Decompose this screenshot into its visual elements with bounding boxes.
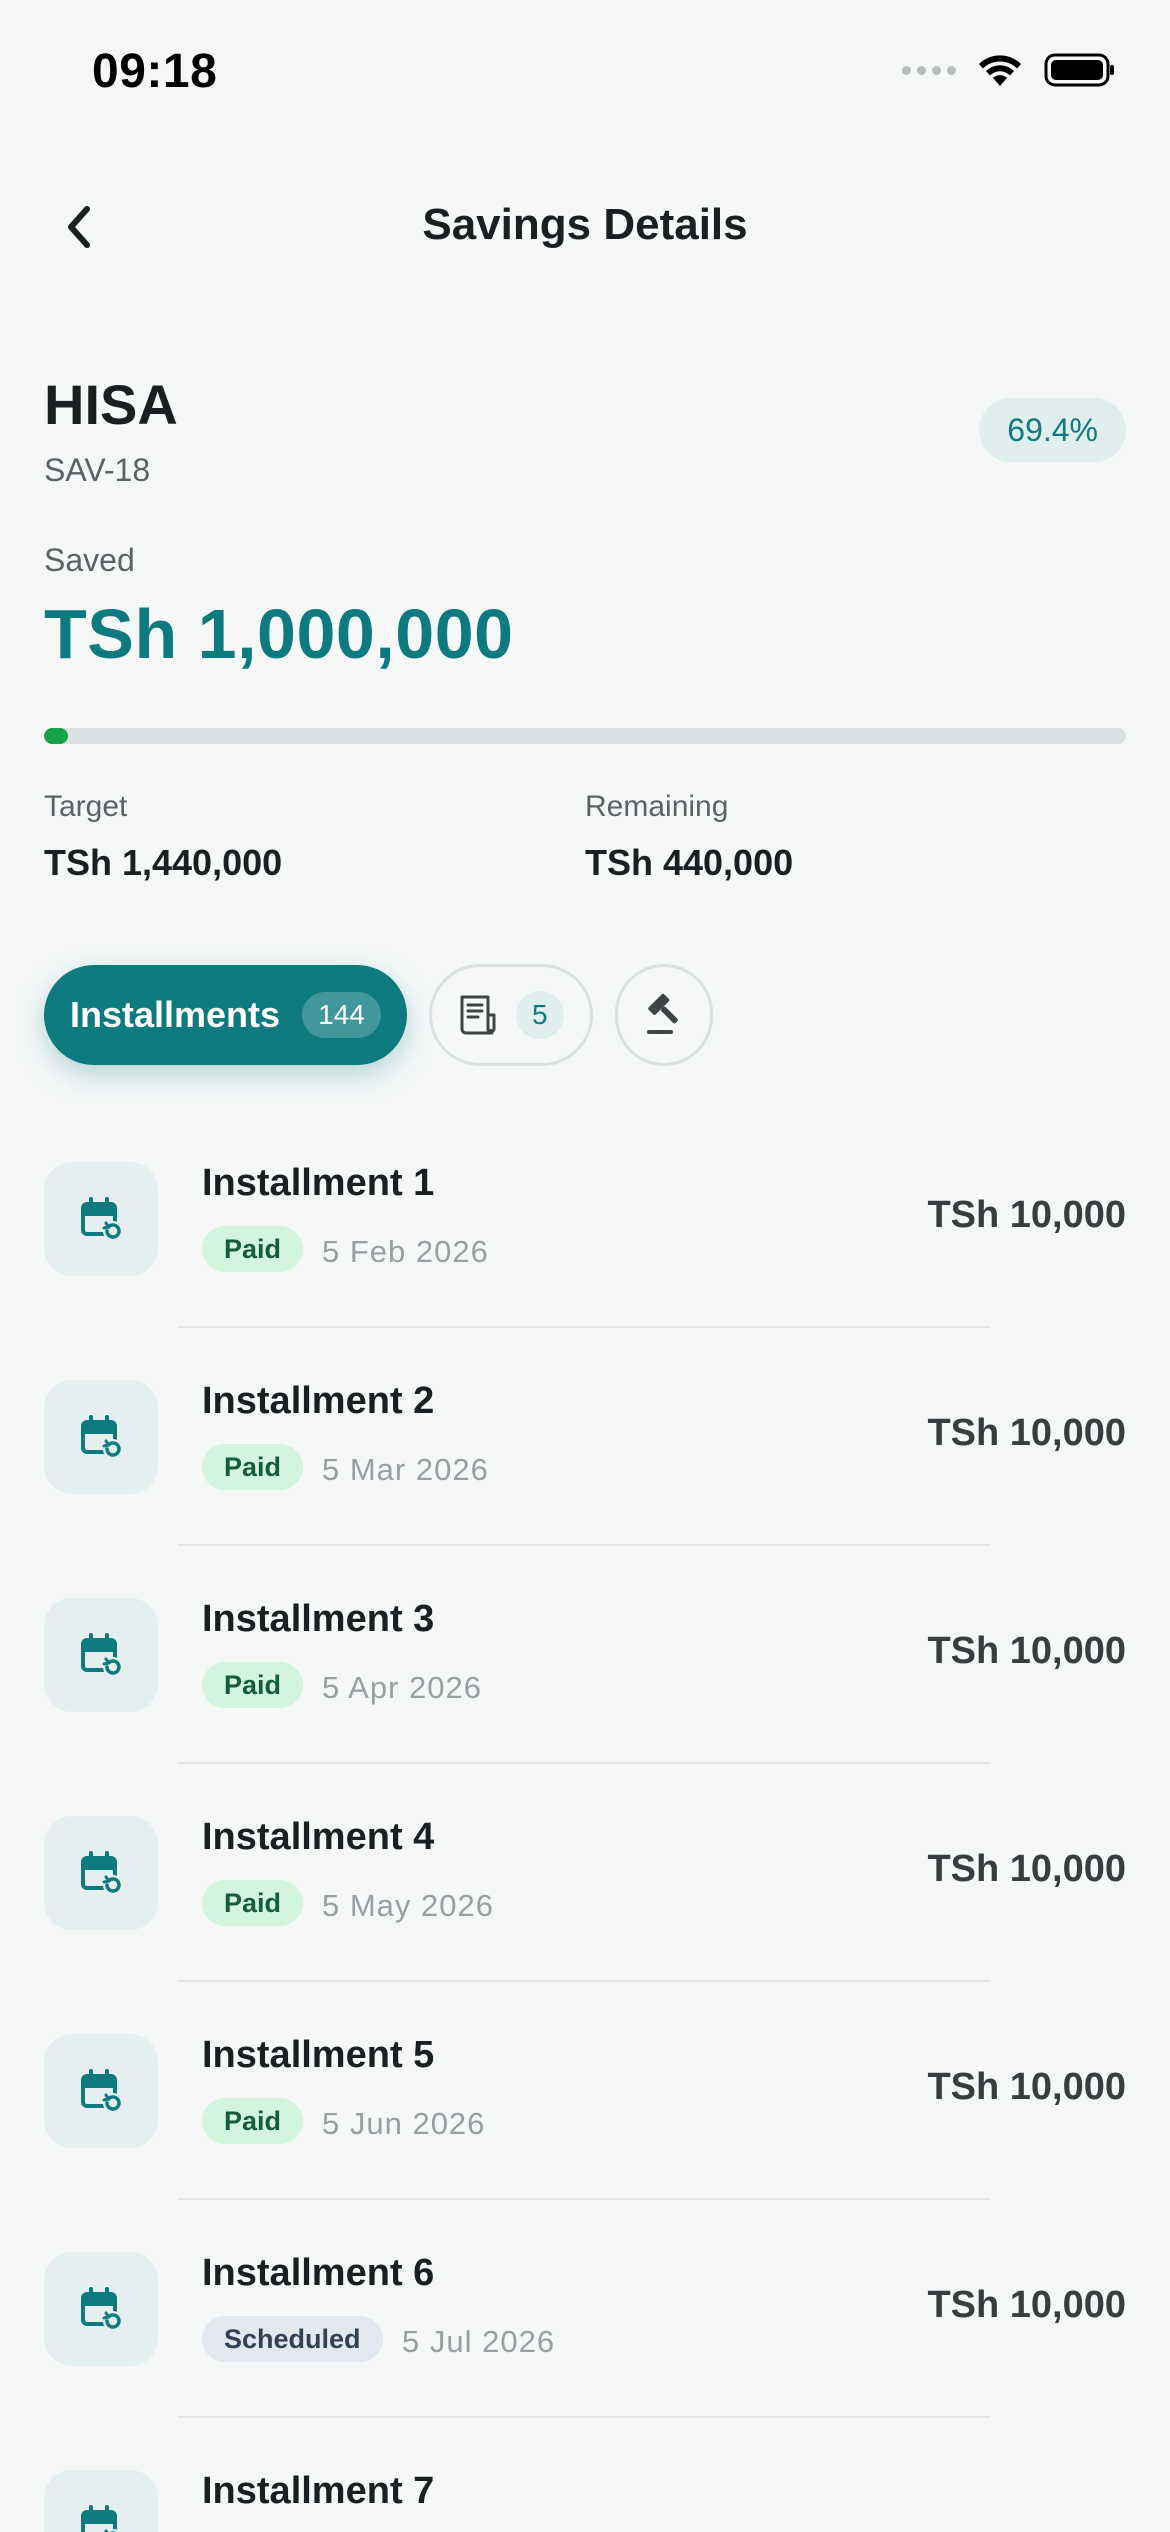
target-stat: Target TSh 1,440,000 — [44, 790, 282, 884]
status-bar: 09:18 — [0, 0, 1170, 150]
receipt-icon — [460, 995, 496, 1035]
installment-date: 5 Mar 2026 — [322, 1452, 489, 1487]
row-divider — [178, 2416, 990, 2418]
savings-progress-fill — [44, 728, 68, 744]
savings-details-screen: 09:18 Savings Details HISA SAV-18 69.4% … — [0, 0, 1170, 2532]
installment-row[interactable]: Installment 2 Paid 5 Mar 2026 TSh 10,000 — [0, 1350, 1170, 1568]
installment-row[interactable]: Installment 7TSh 10,000 — [0, 2440, 1170, 2532]
installment-amount: TSh 10,000 — [927, 1630, 1126, 1672]
target-value: TSh 1,440,000 — [44, 842, 283, 883]
installment-title: Installment 5 — [202, 2034, 435, 2076]
installment-title: Installment 1 — [202, 1162, 435, 1204]
tab-documents-count: 5 — [515, 991, 564, 1039]
installment-status-badge: Paid — [202, 1226, 304, 1272]
row-divider — [178, 1326, 990, 1328]
installment-row[interactable]: Installment 4 Paid 5 May 2026 TSh 10,000 — [0, 1786, 1170, 2004]
installment-amount: TSh 10,000 — [927, 1848, 1126, 1890]
percent-badge: 69.4% — [979, 398, 1126, 462]
installment-amount: TSh 10,000 — [927, 2066, 1126, 2108]
savings-progress-bar — [44, 728, 1126, 744]
status-icons — [902, 52, 1116, 88]
saved-amount: TSh 1,000,000 — [44, 595, 514, 673]
row-divider — [178, 1544, 990, 1546]
account-id: SAV-18 — [44, 452, 151, 488]
remaining-value: TSh 440,000 — [585, 842, 794, 883]
installment-date: 5 May 2026 — [322, 1888, 494, 1923]
installment-row[interactable]: Installment 6 Scheduled 5 Jul 2026 TSh 10,0… — [0, 2222, 1170, 2440]
target-label: Target — [44, 790, 128, 823]
remaining-stat: Remaining TSh 440,000 — [585, 790, 793, 884]
tab-installments[interactable]: Installments 144 — [44, 965, 407, 1065]
detail-tabs: Installments 144 5 — [44, 964, 713, 1066]
saved-label: Saved — [44, 542, 135, 578]
installment-title: Installment 3 — [202, 1598, 435, 1640]
calendar-repeat-icon — [44, 2252, 158, 2366]
wifi-icon — [976, 52, 1024, 88]
installment-date: 5 Apr 2026 — [322, 1670, 482, 1705]
account-name: HISA — [44, 373, 178, 436]
installment-status-badge: Paid — [202, 1880, 304, 1926]
calendar-repeat-icon — [44, 2470, 158, 2532]
installment-row[interactable]: Installment 5 Paid 5 Jun 2026 TSh 10,000 — [0, 2004, 1170, 2222]
installment-title: Installment 4 — [202, 1816, 435, 1858]
row-divider — [178, 1980, 990, 1982]
remaining-label: Remaining — [585, 790, 729, 823]
installment-date: 5 Feb 2026 — [322, 1234, 489, 1269]
installment-status-badge: Paid — [202, 2098, 304, 2144]
tab-documents[interactable]: 5 — [428, 964, 593, 1066]
row-divider — [178, 2198, 990, 2200]
installment-row[interactable]: Installment 3 Paid 5 Apr 2026 TSh 10,000 — [0, 1568, 1170, 1786]
installment-date: 5 Jul 2026 — [402, 2324, 556, 2359]
installment-status-badge: Scheduled — [202, 2316, 383, 2362]
installment-title: Installment 6 — [202, 2252, 435, 2294]
status-time: 09:18 — [92, 45, 218, 98]
calendar-repeat-icon — [44, 1598, 158, 1712]
installment-status-badge: Paid — [202, 1662, 304, 1708]
tab-installments-label: Installments — [70, 994, 281, 1035]
installment-date: 5 Jun 2026 — [322, 2106, 486, 2141]
tab-installments-count: 144 — [302, 992, 381, 1038]
installment-title: Installment 2 — [202, 1380, 435, 1422]
gavel-icon — [646, 993, 678, 1034]
page-title: Savings Details — [422, 200, 748, 249]
calendar-repeat-icon — [44, 1816, 158, 1930]
battery-icon — [1044, 52, 1116, 88]
installment-amount: TSh 10,000 — [927, 1194, 1126, 1236]
installment-amount: TSh 10,000 — [927, 2284, 1126, 2326]
row-divider — [178, 1762, 990, 1764]
installment-status-badge: Paid — [202, 1444, 304, 1490]
navigation-bar: Savings Details — [0, 180, 1170, 270]
calendar-repeat-icon — [44, 1162, 158, 1276]
tab-legal[interactable] — [614, 964, 713, 1066]
installment-title: Installment 7 — [202, 2470, 435, 2512]
cellular-signal-icon — [902, 65, 956, 75]
installment-list: Installment 1 Paid 5 Feb 2026 TSh 10,000 Ins… — [0, 1132, 1170, 2532]
calendar-repeat-icon — [44, 1380, 158, 1494]
installment-row[interactable]: Installment 1 Paid 5 Feb 2026 TSh 10,000 — [0, 1132, 1170, 1350]
installment-amount: TSh 10,000 — [927, 1412, 1126, 1454]
calendar-repeat-icon — [44, 2034, 158, 2148]
